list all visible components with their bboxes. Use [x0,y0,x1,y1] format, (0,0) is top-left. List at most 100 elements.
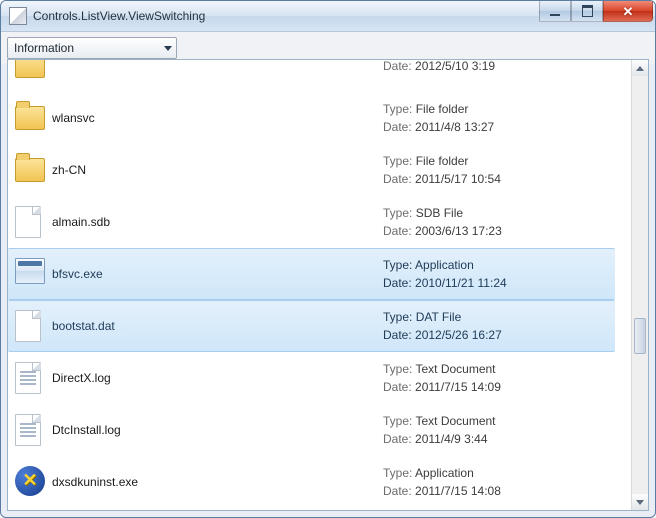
list-item[interactable]: almain.sdbType: SDB FileDate: 2003/6/13 … [8,196,615,248]
folder-icon [15,102,47,134]
meta-date-label: Date: [383,224,412,238]
view-dropdown-label: Information [14,41,74,55]
list-item-icon [10,102,52,134]
list-item-icon [10,258,52,290]
meta-type-value: Text Document [412,362,495,376]
window-title: Controls.ListView.ViewSwitching [33,9,205,23]
vertical-scrollbar[interactable] [631,60,648,510]
list-item-icon: ✕ [10,466,52,498]
list-item-name: DtcInstall.log [52,423,383,437]
close-icon: ✕ [623,5,634,18]
meta-date-value: 2011/5/17 10:54 [412,172,501,186]
meta-type-value: DAT File [412,310,461,324]
list-item[interactable]: zh-CNType: File folderDate: 2011/5/17 10… [8,144,615,196]
file-icon [15,206,47,238]
meta-date-label: Date: [383,328,412,342]
list-item-name: bfsvc.exe [52,267,383,281]
folder-icon [15,60,47,82]
list-item-meta: Date: 2012/5/10 3:19 [383,60,613,75]
meta-date-label: Date: [383,380,412,394]
text-file-icon [15,362,47,394]
maximize-button[interactable] [571,1,603,22]
list-item-icon [10,310,52,342]
scrollbar-thumb[interactable] [634,318,646,354]
list-item-meta: Type: File folderDate: 2011/4/8 13:27 [383,100,613,136]
meta-type-value: Application [412,258,473,272]
list-item[interactable]: DirectX.logType: Text DocumentDate: 2011… [8,352,615,404]
view-dropdown[interactable]: Information [7,37,177,59]
listview[interactable]: Date: 2012/5/10 3:19wlansvcType: File fo… [8,60,631,510]
meta-date-label: Date: [383,120,412,134]
scroll-up-button[interactable] [632,60,648,76]
meta-date-value: 2003/6/13 17:23 [412,224,502,238]
meta-date-value: 2012/5/10 3:19 [412,60,495,73]
list-item-name: zh-CN [52,163,383,177]
list-item[interactable]: DtcInstall.logType: Text DocumentDate: 2… [8,404,615,456]
application-icon [15,258,47,290]
meta-type-value: Text Document [412,414,495,428]
content-area: Date: 2012/5/10 3:19wlansvcType: File fo… [7,59,649,511]
meta-date-label: Date: [383,484,412,498]
titlebar[interactable]: Controls.ListView.ViewSwitching ✕ [1,1,655,32]
list-item-name: bootstat.dat [52,319,383,333]
minimize-button[interactable] [539,1,571,22]
scroll-down-button[interactable] [632,494,648,510]
meta-date-value: 2011/7/15 14:08 [412,484,501,498]
list-item-icon [10,60,52,82]
meta-date-value: 2011/4/9 3:44 [412,432,488,446]
meta-date-value: 2011/4/8 13:27 [412,120,495,134]
list-item-meta: Type: Text DocumentDate: 2011/4/9 3:44 [383,412,613,448]
list-item-meta: Type: SDB FileDate: 2003/6/13 17:23 [383,204,613,240]
meta-type-label: Type: [383,102,412,116]
minimize-icon [550,14,560,16]
folder-icon [15,154,47,186]
meta-date-label: Date: [383,172,412,186]
meta-type-label: Type: [383,206,412,220]
list-item[interactable]: ✕ dxsdkuninst.exeType: ApplicationDate: 2… [8,456,615,508]
list-item-icon [10,362,52,394]
close-button[interactable]: ✕ [603,1,653,22]
meta-date-value: 2010/11/21 11:24 [412,276,507,290]
chevron-up-icon [636,66,644,71]
list-item-icon [10,154,52,186]
file-icon [15,310,47,342]
meta-type-label: Type: [383,310,412,324]
app-icon [9,7,27,25]
list-item-icon [10,206,52,238]
list-item-meta: Type: ApplicationDate: 2011/7/15 14:08 [383,464,613,500]
meta-type-label: Type: [383,258,412,272]
meta-date-label: Date: [383,432,412,446]
meta-type-value: File folder [412,154,468,168]
directx-icon: ✕ [15,466,47,498]
list-item-icon [10,414,52,446]
list-item[interactable]: bootstat.datType: DAT FileDate: 2012/5/2… [8,300,615,352]
list-item-meta: Type: ApplicationDate: 2010/11/21 11:24 [383,256,613,292]
chevron-down-icon [164,46,172,51]
maximize-icon [582,5,593,17]
meta-date-value: 2011/7/15 14:09 [412,380,501,394]
list-item-meta: Type: DAT FileDate: 2012/5/26 16:27 [383,308,613,344]
list-item-name: wlansvc [52,111,383,125]
scrollbar-track[interactable] [632,76,648,494]
chevron-down-icon [636,500,644,505]
window-frame: Controls.ListView.ViewSwitching ✕ Inform… [0,0,656,518]
list-item-meta: Type: Text DocumentDate: 2011/7/15 14:09 [383,360,613,396]
meta-type-value: Application [412,466,473,480]
meta-type-label: Type: [383,154,412,168]
list-item-meta: Type: File folderDate: 2011/5/17 10:54 [383,152,613,188]
list-item-name: dxsdkuninst.exe [52,475,383,489]
meta-type-label: Type: [383,466,412,480]
meta-date-value: 2012/5/26 16:27 [412,328,502,342]
meta-type-label: Type: [383,362,412,376]
list-item[interactable]: wlansvcType: File folderDate: 2011/4/8 1… [8,92,615,144]
list-item-name: almain.sdb [52,215,383,229]
meta-date-label: Date: [383,60,412,73]
meta-type-label: Type: [383,414,412,428]
meta-type-value: File folder [412,102,468,116]
list-item[interactable]: Date: 2012/5/10 3:19 [8,60,615,92]
list-item-name: DirectX.log [52,371,383,385]
meta-date-label: Date: [383,276,412,290]
meta-type-value: SDB File [412,206,463,220]
list-item[interactable]: bfsvc.exeType: ApplicationDate: 2010/11/… [8,248,615,300]
text-file-icon [15,414,47,446]
